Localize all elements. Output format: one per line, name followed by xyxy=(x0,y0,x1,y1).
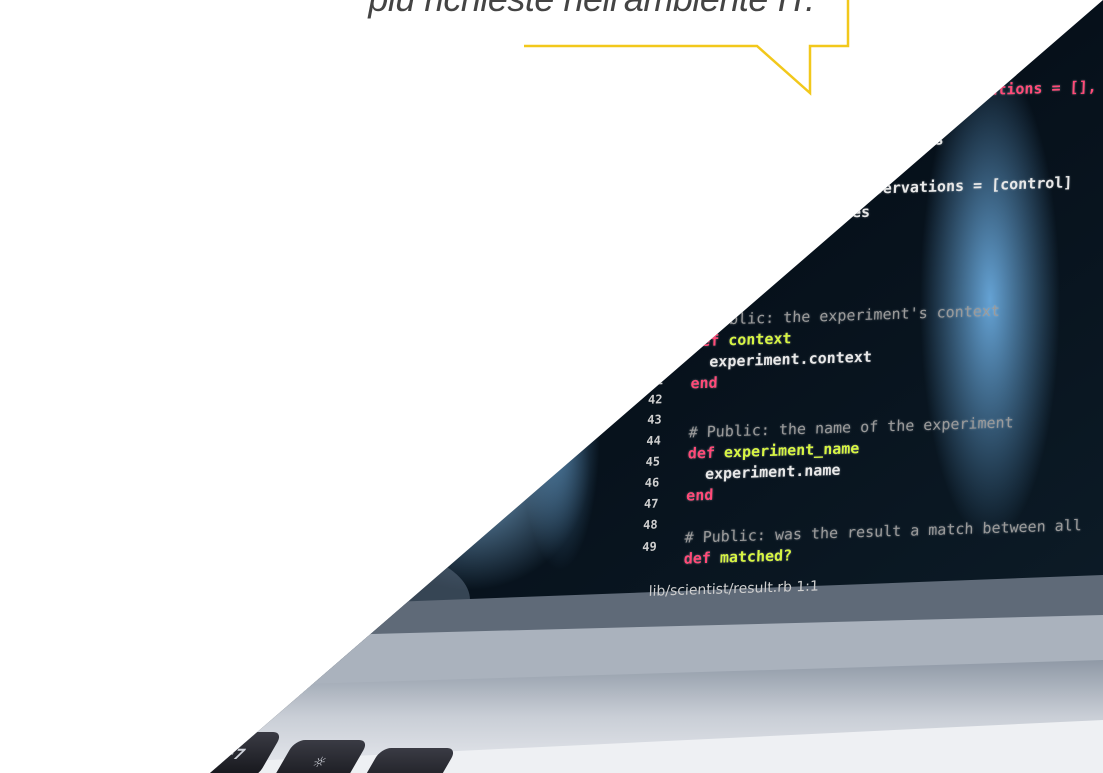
code-comment-3: # Public: was the result a match between… xyxy=(684,516,1083,547)
editor-status-bar: lib/scientist/result.rb 1:1 xyxy=(648,578,820,600)
speech-bubble-outline xyxy=(524,0,850,96)
line-number: 46 xyxy=(644,475,660,490)
line-number: 43 xyxy=(646,412,662,427)
line-number: 47 xyxy=(643,496,659,511)
line-number: 45 xyxy=(645,454,661,469)
code-def-matched: def matched? xyxy=(683,546,793,568)
line-number: 44 xyxy=(646,433,662,448)
line-number: 48 xyxy=(642,517,658,532)
code-body-experiment-name: experiment.name xyxy=(704,460,841,484)
code-end-1: end xyxy=(690,373,718,393)
line-number: 42 xyxy=(647,392,663,407)
code-end-2: end xyxy=(685,485,714,505)
code-def-experiment-name: def experiment_name xyxy=(687,439,860,463)
code-body-context: experiment.context xyxy=(709,347,873,371)
line-number: 49 xyxy=(642,539,658,555)
code-comment-2: # Public: the name of the experiment xyxy=(688,413,1014,442)
